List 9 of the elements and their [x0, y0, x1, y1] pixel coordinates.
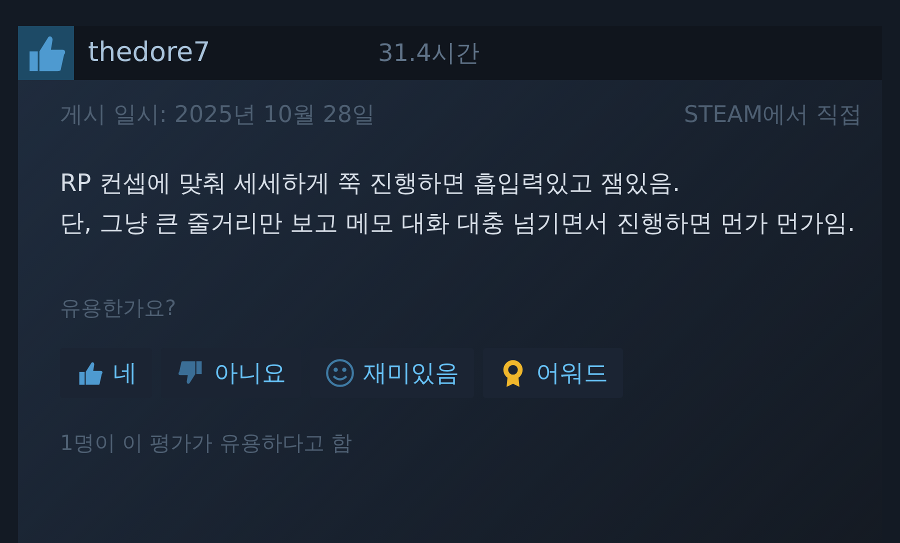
helpful-question: 유용한가요? [59, 294, 178, 322]
playtime-text: 31.4시간 [378, 38, 480, 69]
posted-date: 게시 일시: 2025년 10월 28일 [60, 101, 376, 130]
award-button[interactable]: 어워드 [483, 348, 623, 398]
author-name[interactable]: thedore7 [88, 32, 378, 74]
helpful-count: 1명이 이 평가가 유용하다고 함 [59, 430, 354, 457]
source-text: STEAM에서 직접 [684, 101, 862, 130]
smiley-icon [325, 358, 355, 388]
review-text: RP 컨셉에 맞춰 세세하게 쭉 진행하면 흡입력있고 잼있음. 단, 그냥 큰 줄거리만 보고 메모 대화 대충 넘기면서 진행하면 먼가 먼가임. [59, 168, 856, 238]
